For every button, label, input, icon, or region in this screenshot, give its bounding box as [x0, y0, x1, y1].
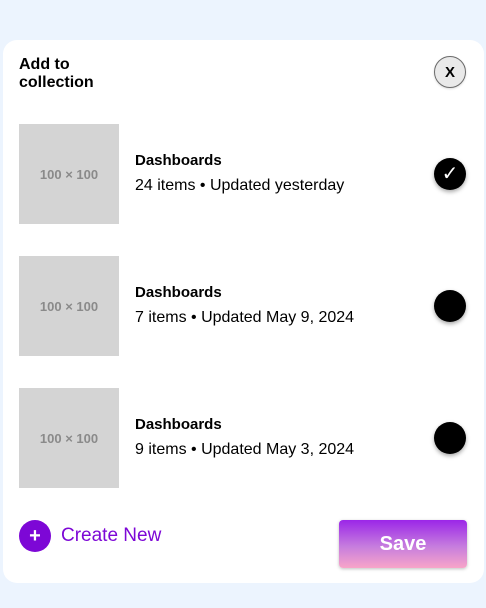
collection-list: 100 × 100 Dashboards 24 items • Updated … [3, 124, 484, 520]
dialog-title: Add to collection [19, 56, 94, 91]
collection-name: Dashboards [135, 416, 222, 433]
checkmark-icon: ✓ [441, 163, 459, 185]
select-radio-checked[interactable]: ✓ [434, 158, 466, 190]
plus-icon: + [19, 520, 51, 552]
select-radio[interactable] [434, 290, 466, 322]
collection-meta: 24 items • Updated yesterday [135, 177, 345, 194]
add-to-collection-dialog: Add to collection X 100 × 100 Dashboards… [3, 40, 484, 583]
collection-meta: 7 items • Updated May 9, 2024 [135, 309, 355, 326]
select-radio[interactable] [434, 422, 466, 454]
collection-name: Dashboards [135, 284, 222, 301]
collection-item[interactable]: 100 × 100 Dashboards 9 items • Updated M… [3, 388, 484, 488]
collection-thumbnail: 100 × 100 [19, 388, 119, 488]
close-button[interactable]: X [434, 56, 466, 88]
create-new-label: Create New [61, 525, 162, 546]
create-new-button[interactable]: + Create New [19, 520, 161, 552]
collection-meta: 9 items • Updated May 3, 2024 [135, 441, 355, 458]
save-button[interactable]: Save [339, 520, 467, 568]
collection-item[interactable]: 100 × 100 Dashboards 24 items • Updated … [3, 124, 484, 224]
collection-name: Dashboards [135, 152, 222, 169]
collection-item[interactable]: 100 × 100 Dashboards 7 items • Updated M… [3, 256, 484, 356]
collection-thumbnail: 100 × 100 [19, 256, 119, 356]
collection-thumbnail: 100 × 100 [19, 124, 119, 224]
